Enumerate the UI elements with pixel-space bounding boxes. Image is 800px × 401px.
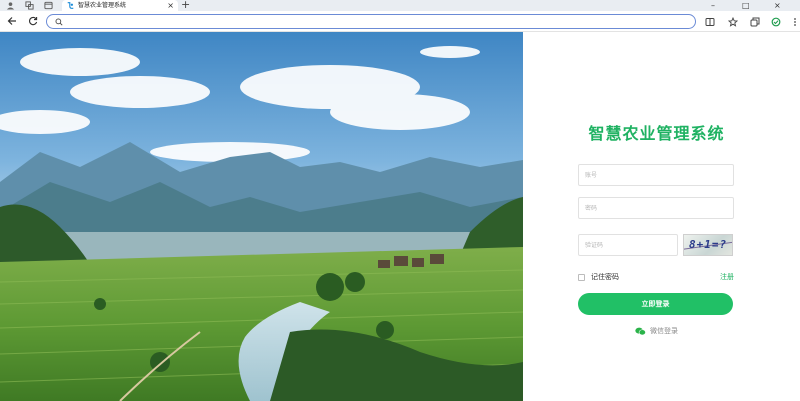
register-link[interactable]: 注册 [720,272,734,282]
browser-tab-strip: 智慧农业管理系统 × + – □ × [0,0,800,11]
login-panel: 智慧农业管理系统 8+1=? 记住密码 注册 立即登录 微信登录 [523,32,800,401]
tab-favicon-icon [67,2,74,9]
maximize-icon[interactable]: □ [742,0,750,11]
wechat-login[interactable]: 微信登录 [635,326,678,336]
browser-toolbar [0,11,800,32]
favorite-icon[interactable] [727,16,738,27]
remember-label: 记住密码 [591,273,619,281]
tab-title: 智慧农业管理系统 [78,2,127,9]
system-title: 智慧农业管理系统 [588,124,725,143]
tab-actions-icon[interactable] [44,1,53,10]
farmland-landscape-image [0,32,523,401]
captcha-text: 8+1=? [689,238,728,251]
new-tab-icon[interactable]: + [181,0,190,10]
workspaces-icon[interactable] [25,1,34,10]
password-input[interactable] [578,197,734,219]
minimize-icon[interactable]: – [711,0,715,11]
wechat-login-label: 微信登录 [650,327,678,335]
refresh-icon[interactable] [27,15,39,27]
profile-icon[interactable] [6,1,15,10]
captcha-input[interactable] [578,234,678,256]
more-icon[interactable] [789,16,800,27]
browser-essentials-icon[interactable] [770,16,781,27]
address-input[interactable] [69,16,679,27]
wechat-icon [635,327,646,335]
remember-checkbox[interactable] [578,273,585,281]
active-tab[interactable]: 智慧农业管理系统 × [62,0,178,11]
address-bar[interactable] [46,14,696,29]
account-input[interactable] [578,164,734,186]
tab-close-icon[interactable]: × [167,0,174,11]
collections-icon[interactable] [749,16,760,27]
search-icon [55,18,63,26]
captcha-image[interactable]: 8+1=? [683,234,733,256]
back-icon[interactable] [6,15,18,27]
remember-password[interactable]: 记住密码 [578,272,619,282]
login-button[interactable]: 立即登录 [578,293,733,315]
close-window-icon[interactable]: × [774,0,781,11]
split-view-icon[interactable] [704,16,715,27]
